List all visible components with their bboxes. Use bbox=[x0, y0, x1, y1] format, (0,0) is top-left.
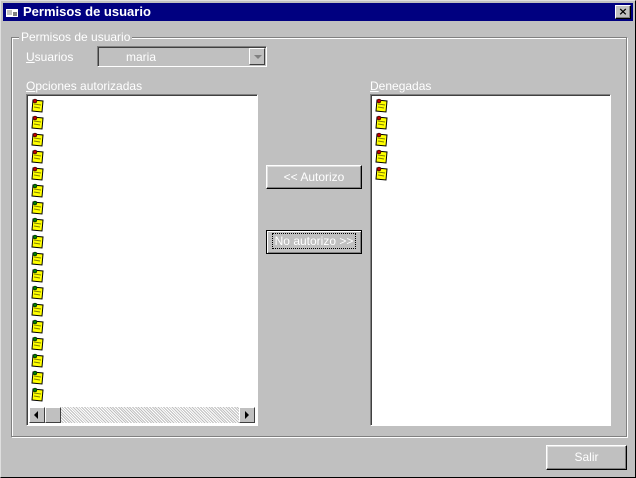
note-red-pin-icon bbox=[375, 166, 388, 181]
autorizo-button[interactable]: << Autorizo bbox=[266, 165, 362, 189]
note-green-pin-icon bbox=[31, 336, 44, 351]
note-red-pin-icon bbox=[375, 115, 388, 130]
scroll-thumb[interactable] bbox=[45, 407, 61, 423]
list-item[interactable]: Check-In bbox=[29, 352, 255, 369]
note-green-pin-icon bbox=[31, 234, 44, 249]
note-green-pin-icon bbox=[31, 319, 44, 334]
horizontal-scrollbar[interactable] bbox=[29, 407, 255, 423]
list-item-label: Emitir recibos bbox=[49, 200, 122, 214]
list-item[interactable]: Cambio de habitación bbox=[29, 284, 255, 301]
close-button[interactable]: × bbox=[615, 5, 631, 19]
note-red-pin-icon bbox=[31, 98, 44, 113]
list-item[interactable]: Ingreso de pasajeros bbox=[29, 131, 255, 148]
list-item[interactable]: Gastos bbox=[373, 165, 608, 182]
list-item-label: Check-Out bbox=[393, 98, 451, 112]
list-item[interactable]: Configuración del sistema bbox=[29, 386, 255, 403]
group-legend: Permisos de usuario bbox=[19, 30, 133, 44]
list-item-label: Configuración del sistema bbox=[49, 387, 188, 401]
list-item-label: Estado de cuentas bbox=[393, 132, 493, 146]
list-item[interactable]: Check-Out bbox=[373, 97, 608, 114]
list-item[interactable]: Emitir facturas bbox=[29, 182, 255, 199]
list-item[interactable]: Emitir recibos automáticos bbox=[29, 216, 255, 233]
note-green-pin-icon bbox=[31, 217, 44, 232]
note-red-pin-icon bbox=[31, 149, 44, 164]
scroll-left-icon[interactable] bbox=[29, 407, 45, 423]
list-item-label: Cambio de titular bbox=[49, 336, 140, 350]
list-item-label: Modificaciones bbox=[49, 98, 129, 112]
list-item-label: Clientes bbox=[49, 370, 93, 384]
note-green-pin-icon bbox=[31, 251, 44, 266]
no-autorizo-label: No autorizo >> bbox=[271, 233, 357, 249]
note-green-pin-icon bbox=[31, 285, 44, 300]
list-item[interactable]: Informes bbox=[29, 114, 255, 131]
list-item-label: Ingreso de pasajeros bbox=[49, 132, 162, 146]
list-item-label: Gastos bbox=[393, 166, 432, 180]
note-red-pin-icon bbox=[375, 132, 388, 147]
list-item[interactable]: Cambio de tarifa bbox=[29, 318, 255, 335]
note-red-pin-icon bbox=[31, 166, 44, 181]
list-item-label: Emitir recibos automáticos bbox=[49, 217, 190, 231]
list-item-label: Personal bbox=[49, 149, 97, 163]
usuarios-label: Usuarios bbox=[26, 50, 74, 64]
list-item-label: Check-In bbox=[49, 353, 98, 367]
note-green-pin-icon bbox=[31, 200, 44, 215]
note-green-pin-icon bbox=[31, 353, 44, 368]
list-item-label: Cambio de fecha de egreso bbox=[49, 268, 197, 282]
list-item-label: Cambio de habitación bbox=[49, 285, 166, 299]
note-green-pin-icon bbox=[31, 183, 44, 198]
list-item-label: Emitir facturas bbox=[49, 183, 126, 197]
salir-button[interactable]: Salir bbox=[546, 445, 627, 470]
list-item-label: Servicios bbox=[49, 251, 98, 265]
scroll-right-icon[interactable] bbox=[239, 407, 255, 423]
permisos-window: Permisos de usuario × Permisos de usuari… bbox=[0, 0, 636, 478]
list-item[interactable]: Emitir recibos bbox=[29, 199, 255, 216]
usuarios-combo-value: maria bbox=[126, 50, 157, 64]
list-item-label: Oficios bbox=[49, 234, 86, 248]
note-green-pin-icon bbox=[31, 302, 44, 317]
title-bar[interactable]: Permisos de usuario × bbox=[3, 3, 633, 21]
close-icon: × bbox=[618, 5, 628, 18]
note-green-pin-icon bbox=[31, 370, 44, 385]
list-item[interactable]: Oficios bbox=[29, 233, 255, 250]
list-item-label: Informes bbox=[49, 115, 96, 129]
no-autorizo-button[interactable]: No autorizo >> bbox=[266, 230, 362, 254]
list-item-label: Cambio de tarifa bbox=[49, 319, 138, 333]
list-item[interactable]: Estado de cuentas bbox=[373, 131, 608, 148]
list-item[interactable]: Consumos bbox=[373, 114, 608, 131]
list-item[interactable]: Modificaciones bbox=[29, 97, 255, 114]
list-item-label: Sistema bbox=[49, 166, 93, 180]
authorized-listbox[interactable]: Modificaciones Informes Ingreso de pasajer… bbox=[26, 94, 258, 426]
list-item[interactable]: Personal bbox=[29, 148, 255, 165]
list-item[interactable]: Servicios bbox=[29, 250, 255, 267]
usuarios-combo[interactable]: maria bbox=[97, 46, 267, 67]
denegadas-label: Denegadas bbox=[370, 79, 432, 93]
list-item[interactable]: Clientes bbox=[29, 369, 255, 386]
authorized-items: Modificaciones Informes Ingreso de pasajer… bbox=[29, 97, 255, 403]
denied-items: Check-Out Consumos Estado de cuentas Factur… bbox=[373, 97, 608, 182]
window-title: Permisos de usuario bbox=[23, 4, 151, 19]
note-red-pin-icon bbox=[375, 98, 388, 113]
note-red-pin-icon bbox=[31, 132, 44, 147]
list-item-label: Facturación bbox=[393, 149, 456, 163]
app-icon bbox=[6, 6, 18, 17]
list-item[interactable]: Cambio de fecha de egreso bbox=[29, 267, 255, 284]
denied-listbox[interactable]: Check-Out Consumos Estado de cuentas Factur… bbox=[370, 94, 611, 426]
list-item[interactable]: Sistema bbox=[29, 165, 255, 182]
list-item-label: Cambio de situación bbox=[49, 302, 158, 316]
list-item[interactable]: Facturación bbox=[373, 148, 608, 165]
note-green-pin-icon bbox=[31, 268, 44, 283]
list-item-label: Consumos bbox=[393, 115, 451, 129]
list-item[interactable]: Cambio de situación bbox=[29, 301, 255, 318]
list-item[interactable]: Cambio de titular bbox=[29, 335, 255, 352]
note-green-pin-icon bbox=[31, 387, 44, 402]
note-red-pin-icon bbox=[31, 115, 44, 130]
chevron-down-icon[interactable] bbox=[249, 48, 265, 65]
opciones-autorizadas-label: Opciones autorizadas bbox=[26, 79, 143, 93]
note-red-pin-icon bbox=[375, 149, 388, 164]
